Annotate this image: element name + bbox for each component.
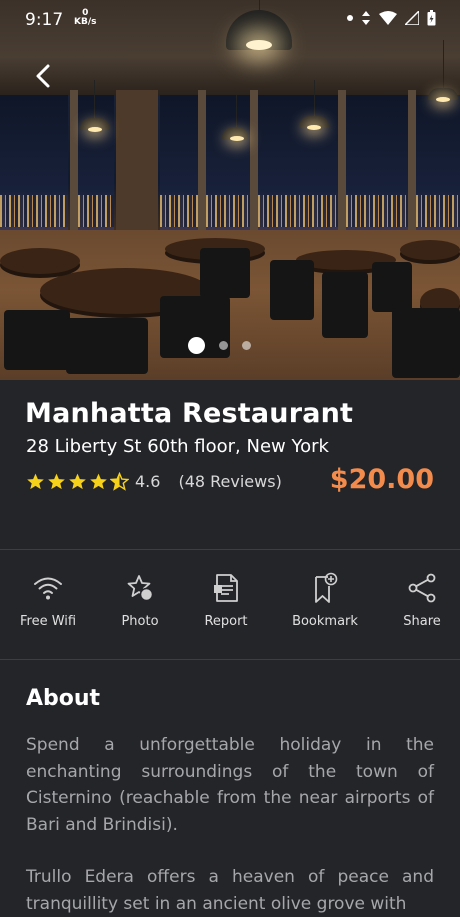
dining-table bbox=[0, 248, 80, 274]
chair bbox=[200, 248, 250, 298]
pendant-lamp bbox=[299, 116, 329, 130]
action-label: Share bbox=[403, 614, 441, 629]
star-full-icon bbox=[48, 473, 65, 490]
chair bbox=[270, 260, 314, 320]
report-button[interactable]: Report bbox=[202, 570, 250, 629]
share-button[interactable]: Share bbox=[400, 570, 444, 629]
hero-image[interactable] bbox=[0, 0, 460, 380]
chair bbox=[4, 310, 70, 370]
chair bbox=[66, 318, 148, 374]
star-rating bbox=[26, 472, 129, 491]
carousel-dot[interactable] bbox=[219, 341, 228, 350]
report-icon bbox=[214, 574, 238, 602]
star-full-icon bbox=[90, 473, 107, 490]
data-transfer-icon bbox=[362, 11, 370, 25]
action-label: Report bbox=[204, 614, 248, 629]
free-wifi-button[interactable]: Free Wifi bbox=[20, 570, 76, 629]
star-full-icon bbox=[27, 473, 44, 490]
divider bbox=[0, 659, 460, 660]
divider bbox=[0, 549, 460, 550]
wifi-icon bbox=[34, 577, 62, 600]
pendant-lamp bbox=[222, 127, 248, 141]
network-speed: 0 KB/s bbox=[74, 8, 97, 27]
action-bar: Free Wifi Photo Report Bookmark Share bbox=[0, 570, 460, 640]
notification-dot-icon bbox=[347, 15, 353, 21]
rating-row: 4.6 (48 Reviews) bbox=[26, 472, 282, 491]
about-paragraph: Spend a unforgettable holiday in the enc… bbox=[26, 735, 434, 835]
chair bbox=[392, 308, 460, 378]
dining-table bbox=[400, 240, 460, 260]
carousel-indicator bbox=[188, 337, 251, 354]
chevron-left-icon bbox=[36, 64, 50, 88]
star-half-icon bbox=[110, 472, 129, 491]
rating-value: 4.6 bbox=[135, 472, 161, 491]
about-paragraph: Trullo Edera offers a heaven of peace an… bbox=[26, 867, 434, 914]
wifi-signal-icon bbox=[379, 11, 397, 25]
pendant-lamp bbox=[80, 118, 110, 132]
status-icons bbox=[347, 10, 436, 26]
cell-signal-icon bbox=[405, 11, 419, 25]
share-icon bbox=[408, 573, 436, 603]
carousel-dot-active[interactable] bbox=[188, 337, 205, 354]
chair bbox=[322, 272, 368, 338]
about-heading: About bbox=[26, 686, 101, 711]
action-label: Photo bbox=[121, 614, 159, 629]
chair bbox=[372, 262, 412, 312]
action-label: Bookmark bbox=[292, 614, 358, 629]
status-bar: 9:17 0 KB/s bbox=[0, 0, 460, 40]
battery-icon bbox=[427, 10, 436, 26]
restaurant-name: Manhatta Restaurant bbox=[25, 398, 354, 429]
star-full-icon bbox=[69, 473, 86, 490]
pendant-lamp bbox=[428, 88, 458, 102]
reviews-link[interactable]: (48 Reviews) bbox=[178, 472, 281, 491]
restaurant-address: 28 Liberty St 60th floor, New York bbox=[26, 436, 329, 457]
photo-button[interactable]: Photo bbox=[118, 570, 162, 629]
bookmark-button[interactable]: Bookmark bbox=[290, 570, 360, 629]
action-label: Free Wifi bbox=[20, 614, 77, 629]
status-time: 9:17 bbox=[25, 10, 64, 30]
star-photo-icon bbox=[127, 575, 154, 602]
back-button[interactable] bbox=[30, 62, 58, 90]
price: $20.00 bbox=[329, 464, 434, 495]
bookmark-icon bbox=[315, 572, 338, 603]
carousel-dot[interactable] bbox=[242, 341, 251, 350]
